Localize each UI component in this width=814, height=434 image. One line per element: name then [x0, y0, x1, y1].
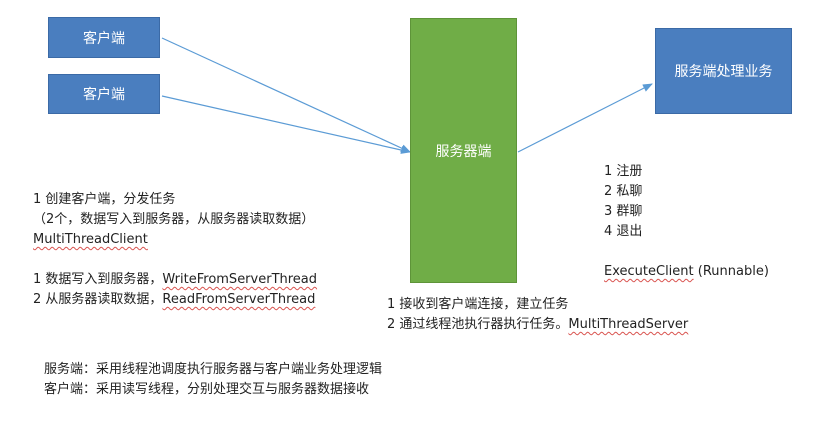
business-item-1: 1 注册: [604, 164, 643, 179]
server-box: 服务器端: [410, 18, 517, 283]
read-thread-class: ReadFromServerThread: [162, 292, 316, 307]
client-note-2: （2个，数据写入到服务器，从服务器读取数据）: [33, 212, 315, 227]
client-note-5: 2 从服务器读取数据，ReadFromServerThread: [33, 290, 317, 310]
arrow-server-to-business: [517, 83, 653, 153]
client-box-1: 客户端: [48, 17, 160, 58]
runnable-label: (Runnable): [697, 264, 769, 279]
executeclient-label: ExecuteClient: [604, 264, 694, 279]
arrow-client2-to-server: [161, 95, 411, 154]
arrow-client1-to-server: [161, 37, 411, 153]
client-note-4: 1 数据写入到服务器，WriteFromServerThread: [33, 270, 317, 290]
server-note-1: 1 接收到客户端连接，建立任务: [387, 297, 569, 312]
client-box-2: 客户端: [48, 74, 160, 114]
business-item-2: 2 私聊: [604, 184, 643, 199]
client-note-4-prefix: 1 数据写入到服务器，: [33, 272, 163, 287]
client-notes: 1 创建客户端，分发任务 （2个，数据写入到服务器，从服务器读取数据） Mult…: [33, 190, 317, 310]
summary-client: 客户端：采用读写线程，分别处理交互与服务器数据接收: [44, 382, 370, 397]
business-item-3: 3 群聊: [604, 204, 643, 219]
summary-server: 服务端：采用线程池调度执行服务器与客户端业务处理逻辑: [44, 362, 383, 377]
summary: 服务端：采用线程池调度执行服务器与客户端业务处理逻辑 客户端：采用读写线程，分别…: [44, 360, 382, 400]
multithreadserver-label: MultiThreadServer: [568, 317, 689, 332]
business-notes: 1 注册 2 私聊 3 群聊 4 退出 ExecuteClient (Runna…: [604, 162, 769, 282]
business-item-4: 4 退出: [604, 224, 643, 239]
server-notes: 1 接收到客户端连接，建立任务 2 通过线程池执行器执行任务。MultiThre…: [387, 295, 688, 335]
write-thread-class: WriteFromServerThread: [162, 272, 318, 287]
business-box: 服务端处理业务: [655, 28, 792, 114]
server-note-2-prefix: 2 通过线程池执行器执行任务。: [387, 317, 569, 332]
client-note-3: MultiThreadClient: [33, 230, 317, 250]
multithreadclient-label: MultiThreadClient: [33, 232, 148, 247]
business-class-line: ExecuteClient (Runnable): [604, 262, 769, 282]
server-note-2: 2 通过线程池执行器执行任务。MultiThreadServer: [387, 315, 688, 335]
client-note-5-prefix: 2 从服务器读取数据，: [33, 292, 163, 307]
client-note-1: 1 创建客户端，分发任务: [33, 192, 176, 207]
